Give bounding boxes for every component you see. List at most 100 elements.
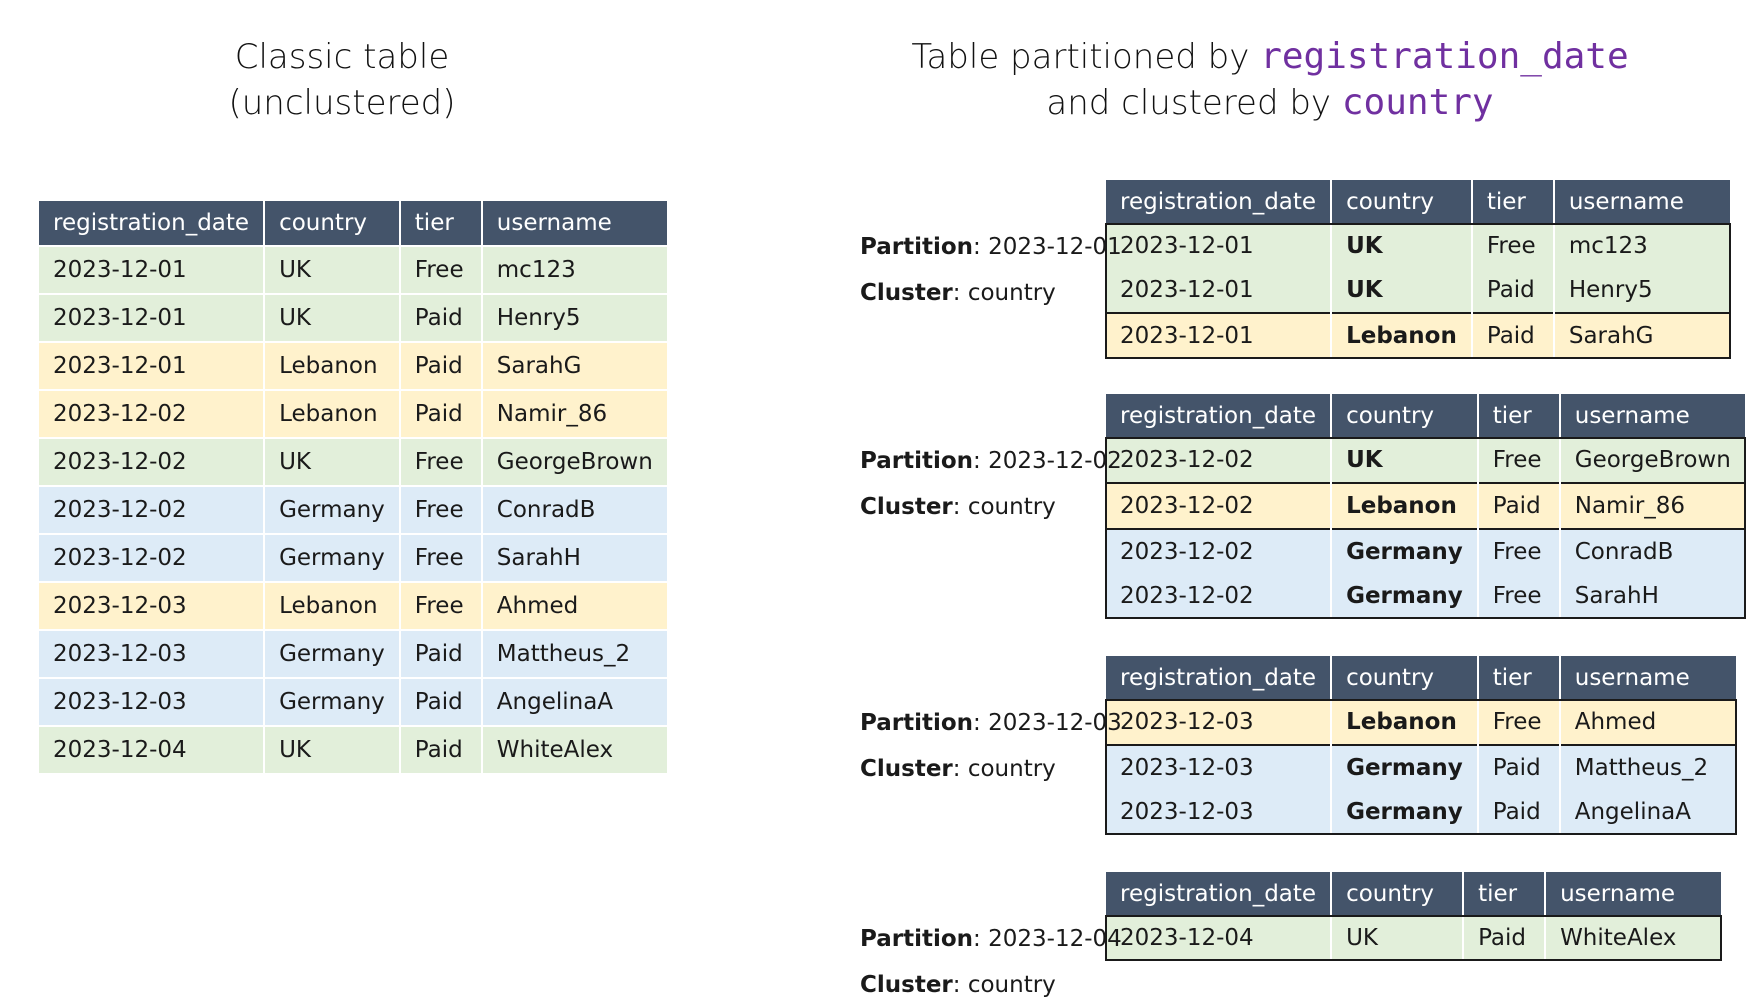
cell-registration-date: 2023-12-02	[1106, 574, 1332, 618]
partition-label: Partition: 2023-12-03	[860, 710, 1122, 736]
cell-registration-date: 2023-12-03	[39, 581, 265, 630]
cell-tier: Paid	[398, 725, 482, 773]
partition-table-header: registration_date country tier username	[1106, 872, 1722, 916]
cell-tier: Paid	[398, 389, 482, 438]
cell-registration-date: 2023-12-03	[1106, 744, 1332, 790]
column-header-country: country	[1330, 872, 1464, 916]
table-row: 2023-12-02 Germany Free SarahH	[39, 533, 667, 582]
cell-username: Henry5	[1552, 268, 1730, 313]
cell-registration-date: 2023-12-01	[1106, 224, 1332, 268]
cell-username: Ahmed	[480, 581, 667, 630]
table-row: 2023-12-04 UK Paid WhiteAlex	[39, 725, 667, 773]
cell-country: UK	[1330, 268, 1472, 313]
cell-tier: Free	[398, 245, 482, 294]
cell-tier: Paid	[398, 677, 482, 726]
partition-label-key: Partition	[860, 710, 974, 736]
cluster-column-code: country	[1341, 82, 1494, 123]
cell-username: GeorgeBrown	[1558, 438, 1745, 483]
cell-username: Henry5	[480, 293, 667, 342]
cell-username: mc123	[480, 245, 667, 294]
cell-country: Germany	[1330, 790, 1478, 834]
partition-label-key: Partition	[860, 926, 974, 952]
cell-tier: Paid	[398, 341, 482, 390]
table-row: 2023-12-01 Lebanon Paid SarahG	[39, 341, 667, 390]
cell-country: UK	[1330, 438, 1478, 483]
cell-tier: Paid	[1470, 312, 1554, 358]
cluster-label-value: country	[967, 280, 1056, 306]
column-header-tier: tier	[398, 201, 482, 246]
table-row: 2023-12-04 UK Paid WhiteAlex	[1106, 916, 1722, 960]
cell-registration-date: 2023-12-04	[39, 725, 265, 773]
cell-tier: Paid	[1476, 482, 1560, 529]
column-header-tier: tier	[1476, 656, 1560, 700]
partition-table: registration_date country tier username 2023…	[1105, 656, 1737, 835]
cell-tier: Free	[1476, 700, 1560, 745]
classic-table-title: Classic table (unclustered)	[0, 34, 684, 126]
partition-column-code: registration_date	[1260, 36, 1629, 77]
cell-country: UK	[1330, 916, 1464, 960]
partition-label: Partition: 2023-12-04	[860, 926, 1122, 952]
table-row: 2023-12-03 Lebanon Free Ahmed	[39, 581, 667, 630]
cell-username: WhiteAlex	[1544, 916, 1722, 960]
partitioned-title-line-2: and clustered by country	[820, 80, 1720, 126]
cell-registration-date: 2023-12-03	[39, 629, 265, 678]
cell-country: Germany	[263, 629, 400, 678]
table-row: 2023-12-03 Germany Paid Mattheus_2	[39, 629, 667, 678]
cell-username: Namir_86	[480, 389, 667, 438]
cell-registration-date: 2023-12-01	[39, 341, 265, 390]
cell-tier: Paid	[398, 629, 482, 678]
column-header-username: username	[1552, 180, 1730, 224]
column-header-country: country	[1330, 394, 1478, 438]
cell-tier: Free	[398, 437, 482, 486]
cell-country: UK	[263, 725, 400, 773]
column-header-tier: tier	[1476, 394, 1560, 438]
cell-registration-date: 2023-12-03	[1106, 790, 1332, 834]
table-row: 2023-12-01 UK Paid Henry5	[1106, 268, 1730, 313]
cluster-label-value: country	[967, 972, 1056, 998]
column-header-tier: tier	[1462, 872, 1546, 916]
column-header-username: username	[1544, 872, 1722, 916]
cell-country: Germany	[1330, 574, 1478, 618]
cell-registration-date: 2023-12-01	[39, 245, 265, 294]
table-row: 2023-12-02 Germany Free ConradB	[39, 485, 667, 534]
column-header-registration-date: registration_date	[1106, 180, 1332, 224]
cell-tier: Paid	[1476, 744, 1560, 790]
cell-country: Germany	[1330, 744, 1478, 790]
cell-country: UK	[263, 437, 400, 486]
cluster-label-value: country	[967, 494, 1056, 520]
cell-registration-date: 2023-12-01	[1106, 268, 1332, 313]
column-header-country: country	[1330, 656, 1478, 700]
cell-tier: Free	[398, 485, 482, 534]
cell-registration-date: 2023-12-02	[39, 389, 265, 438]
cell-country: Lebanon	[263, 581, 400, 630]
cell-username: SarahG	[480, 341, 667, 390]
column-header-tier: tier	[1470, 180, 1554, 224]
partition-label-key: Partition	[860, 234, 974, 260]
table-row: 2023-12-02 Germany Free SarahH	[1106, 574, 1745, 618]
cell-country: Germany	[263, 677, 400, 726]
cell-username: AngelinaA	[1558, 790, 1736, 834]
partition-label-key: Partition	[860, 448, 974, 474]
cell-username: SarahH	[480, 533, 667, 582]
title-prefix-clustered: and clustered by	[1046, 83, 1342, 123]
partitioned-table-title: Table partitioned by registration_date a…	[820, 34, 1720, 126]
cell-registration-date: 2023-12-03	[1106, 700, 1332, 745]
classic-title-line-2: (unclustered)	[228, 83, 456, 123]
cell-username: Mattheus_2	[1558, 744, 1736, 790]
cell-country: Germany	[263, 485, 400, 534]
column-header-username: username	[480, 201, 667, 246]
cell-username: GeorgeBrown	[480, 437, 667, 486]
column-header-country: country	[263, 201, 400, 246]
cell-country: Lebanon	[263, 341, 400, 390]
cell-registration-date: 2023-12-02	[1106, 482, 1332, 529]
partition-table: registration_date country tier username 2023…	[1104, 872, 1723, 961]
table-row: 2023-12-02 UK Free GeorgeBrown	[39, 437, 667, 486]
cluster-label: Cluster: country	[860, 756, 1056, 782]
table-row: 2023-12-03 Lebanon Free Ahmed	[1106, 700, 1736, 745]
cell-tier: Paid	[1462, 916, 1546, 960]
column-header-registration-date: registration_date	[1106, 872, 1332, 916]
partition-label-value: 2023-12-04	[988, 926, 1122, 952]
partition-label-value: 2023-12-03	[988, 710, 1122, 736]
classic-table-header: registration_date country tier username	[39, 201, 667, 246]
column-header-registration-date: registration_date	[1106, 394, 1332, 438]
